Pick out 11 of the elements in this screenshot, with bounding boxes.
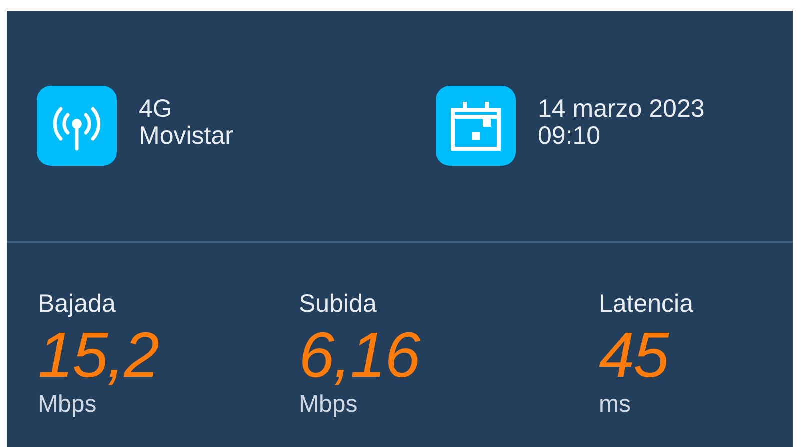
stat-label: Subida — [299, 289, 378, 319]
stat-label: Latencia — [599, 289, 694, 319]
stat-value: 45 — [599, 319, 670, 391]
antenna-icon — [37, 86, 117, 166]
stat-label: Bajada — [38, 289, 117, 319]
stat-unit: Mbps — [299, 391, 359, 419]
stat-unit: ms — [599, 391, 632, 419]
stat-value: 15,2 — [38, 319, 160, 391]
stat-value: 6,16 — [299, 319, 422, 391]
stat-unit: Mbps — [38, 391, 98, 419]
calendar-icon — [436, 86, 516, 166]
